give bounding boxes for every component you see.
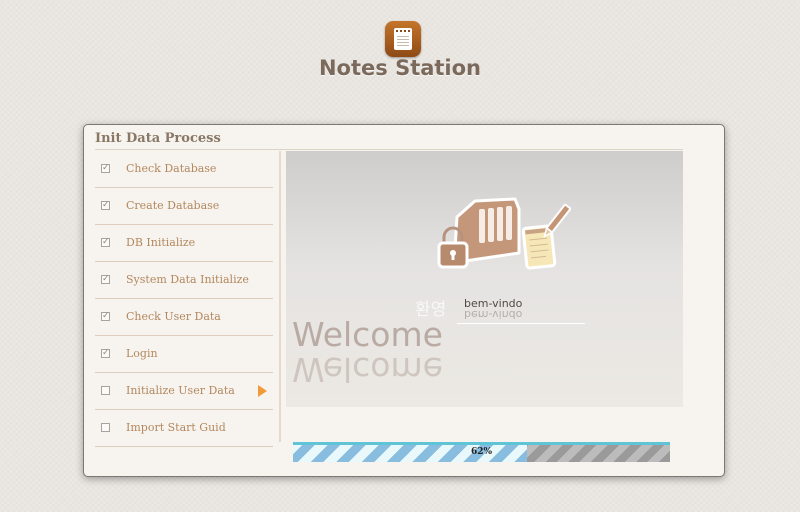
welcome-main-reflection: Welcome [292,350,443,389]
step-list: ✓ Check Database ✓ Create Database ✓ DB … [95,151,273,447]
welcome-main-text: Welcome [292,315,443,354]
step-check-user-data[interactable]: ✓ Check User Data [95,299,273,336]
progress-bar: 62% [293,442,670,462]
welcome-panel: 환영 bem-vindo bem-vindo Welcome Welcome [286,151,683,407]
step-import-start-guid[interactable]: Import Start Guid [95,410,273,447]
step-label: Create Database [126,199,220,212]
step-checkbox[interactable]: ✓ [101,275,110,284]
step-check-database[interactable]: ✓ Check Database [95,151,273,188]
step-checkbox[interactable]: ✓ [101,164,110,173]
step-initialize-user-data[interactable]: Initialize User Data [95,373,273,410]
step-label: DB Initialize [126,236,196,249]
step-db-initialize[interactable]: ✓ DB Initialize [95,225,273,262]
step-checkbox[interactable]: ✓ [101,312,110,321]
welcome-portuguese-reflection: bem-vindo [464,308,523,321]
step-checkbox[interactable] [101,423,110,432]
step-checkbox[interactable] [101,386,110,395]
welcome-divider [457,323,585,324]
nas-notes-illustration-icon [437,197,572,270]
notes-station-logo-icon [385,21,421,57]
step-system-data-initialize[interactable]: ✓ System Data Initialize [95,262,273,299]
title-divider [95,149,683,150]
init-data-process-dialog: Init Data Process ✓ Check Database ✓ Cre… [83,124,725,477]
dialog-title: Init Data Process [95,131,221,146]
progress-label: 62% [470,447,493,457]
app-title: Notes Station [318,56,482,80]
step-label: Import Start Guid [126,421,226,434]
step-checkbox[interactable]: ✓ [101,349,110,358]
step-label: System Data Initialize [126,273,249,286]
panel-divider [279,151,281,442]
step-label: Check User Data [126,310,221,323]
step-checkbox[interactable]: ✓ [101,201,110,210]
step-create-database[interactable]: ✓ Create Database [95,188,273,225]
step-label: Login [126,347,158,360]
current-step-arrow-icon [258,385,267,397]
step-label: Check Database [126,162,217,175]
step-label: Initialize User Data [126,384,235,397]
step-checkbox[interactable]: ✓ [101,238,110,247]
step-login[interactable]: ✓ Login [95,336,273,373]
